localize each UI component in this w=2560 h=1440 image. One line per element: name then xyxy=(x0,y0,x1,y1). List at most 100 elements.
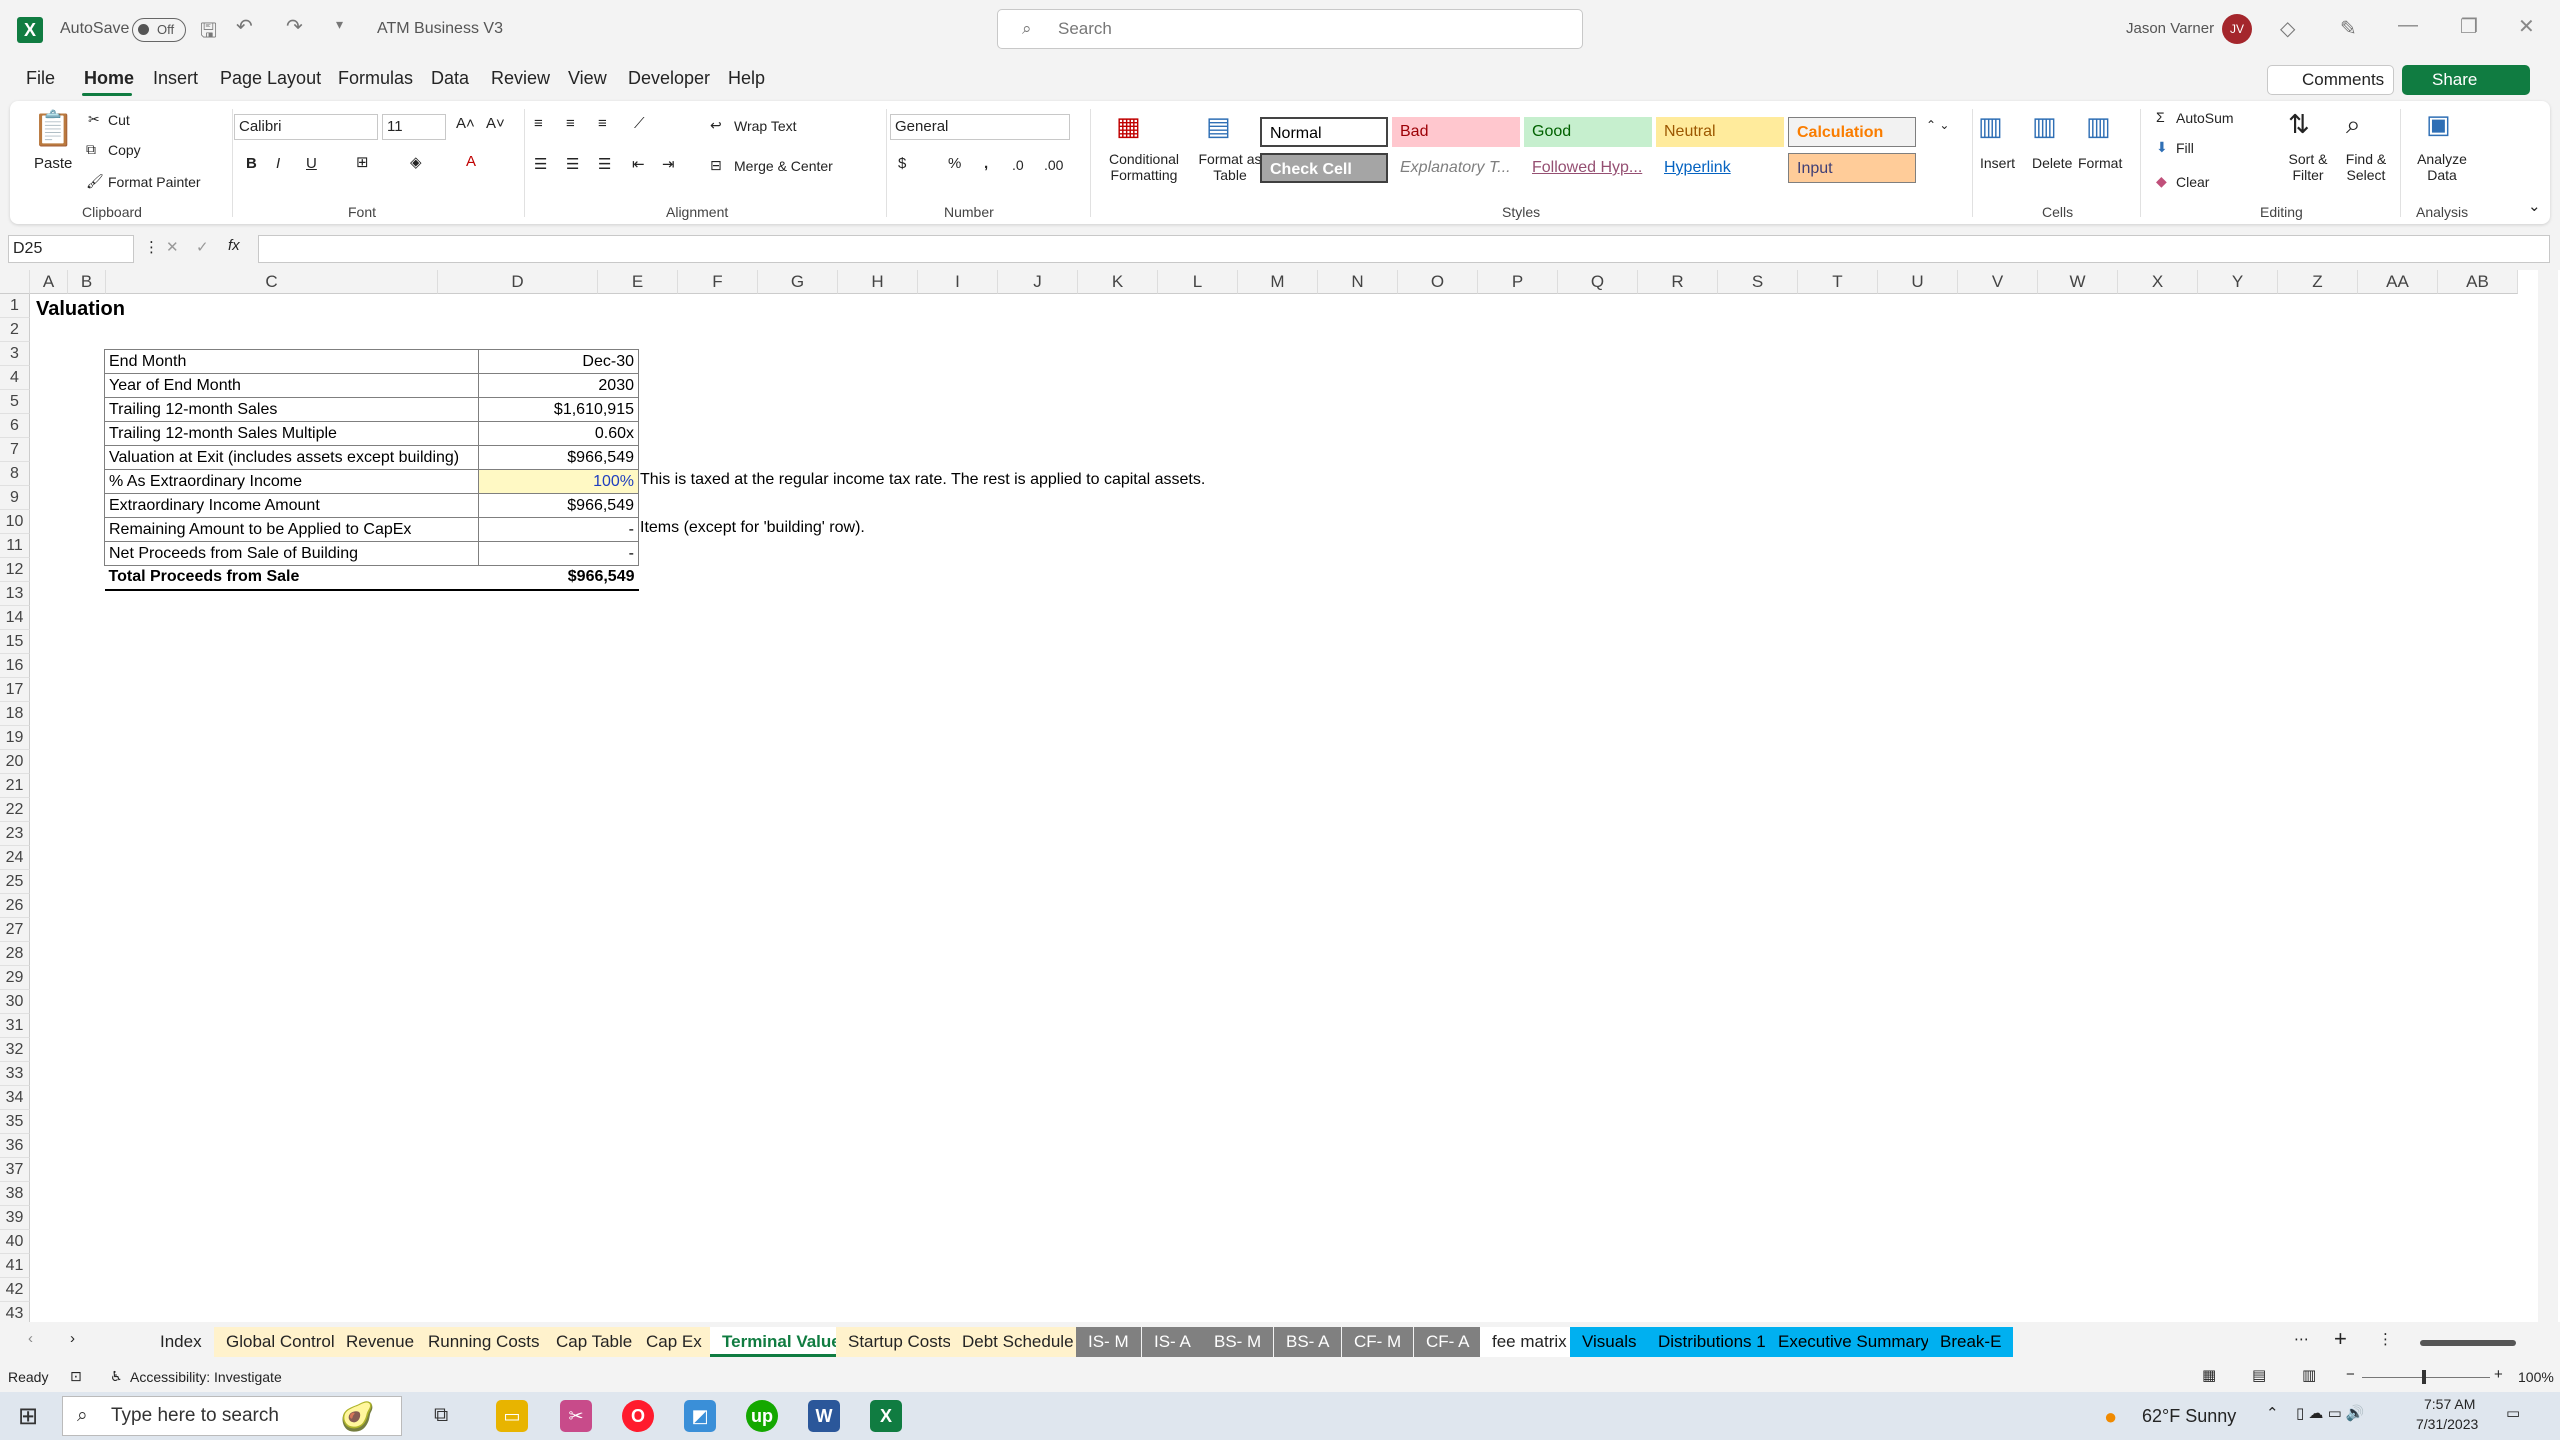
row-header[interactable]: 14 xyxy=(0,606,30,630)
column-header-w[interactable]: W xyxy=(2038,270,2118,294)
column-header-p[interactable]: P xyxy=(1478,270,1558,294)
word-icon[interactable]: W xyxy=(808,1400,840,1432)
copy-icon[interactable]: ⧉ xyxy=(86,141,96,158)
sheet-tab-running-costs[interactable]: Running Costs xyxy=(416,1327,552,1357)
row-label[interactable]: % As Extraordinary Income xyxy=(104,469,479,494)
sheet-tab-break-e[interactable]: Break-E xyxy=(1928,1327,2014,1357)
column-header-x[interactable]: X xyxy=(2118,270,2198,294)
avatar[interactable]: JV xyxy=(2222,14,2252,44)
copy-button[interactable]: Copy xyxy=(108,142,141,158)
row-header[interactable]: 1 xyxy=(0,294,30,318)
comments-button[interactable]: Comments xyxy=(2267,65,2394,95)
column-header-g[interactable]: G xyxy=(758,270,838,294)
font-name-select[interactable]: Calibri xyxy=(234,114,378,140)
file-explorer-icon[interactable]: ▭ xyxy=(496,1400,528,1432)
row-header[interactable]: 11 xyxy=(0,534,30,558)
find-select-icon[interactable]: ⌕ xyxy=(2346,109,2361,141)
prev-sheet-icon[interactable]: ‹ xyxy=(28,1330,33,1347)
accessibility-icon[interactable]: ♿ xyxy=(110,1368,123,1385)
sheet-tab-cf-a[interactable]: CF- A xyxy=(1414,1327,1482,1357)
row-header[interactable]: 39 xyxy=(0,1206,30,1230)
cell-style-input[interactable]: Input xyxy=(1788,153,1916,183)
cell-style-hyperlink[interactable]: Hyperlink xyxy=(1656,153,1784,183)
row-label[interactable]: Net Proceeds from Sale of Building xyxy=(104,541,479,566)
autosum-icon[interactable]: Σ xyxy=(2156,109,2165,125)
row-header[interactable]: 18 xyxy=(0,702,30,726)
row-header[interactable]: 5 xyxy=(0,390,30,414)
format-cells-button[interactable]: Format xyxy=(2078,155,2122,171)
sheet-tab-is-a[interactable]: IS- A xyxy=(1142,1327,1203,1357)
sheet-tab-cf-m[interactable]: CF- M xyxy=(1342,1327,1414,1357)
row-header[interactable]: 25 xyxy=(0,870,30,894)
bold-icon[interactable]: B xyxy=(246,155,257,172)
page-break-view-icon[interactable]: ▥ xyxy=(2302,1366,2316,1384)
increase-indent-icon[interactable]: ⇥ xyxy=(662,155,675,173)
horizontal-scrollbar[interactable] xyxy=(2420,1340,2516,1346)
macro-record-icon[interactable]: ⊡ xyxy=(70,1368,82,1385)
row-header[interactable]: 2 xyxy=(0,318,30,342)
insert-cells-button[interactable]: Insert xyxy=(1980,155,2015,171)
delete-cells-icon[interactable]: ▥ xyxy=(2032,111,2057,142)
row-header[interactable]: 32 xyxy=(0,1038,30,1062)
column-header-j[interactable]: J xyxy=(998,270,1078,294)
row-header[interactable]: 28 xyxy=(0,942,30,966)
clock-date[interactable]: 7/31/2023 xyxy=(2416,1416,2478,1432)
tray-chevron-icon[interactable]: ⌃ xyxy=(2266,1404,2279,1422)
enter-icon[interactable]: ✓ xyxy=(196,238,209,256)
column-header-o[interactable]: O xyxy=(1398,270,1478,294)
currency-icon[interactable]: $ xyxy=(898,155,906,172)
align-middle-icon[interactable]: ≡ xyxy=(566,115,575,132)
row-header[interactable]: 7 xyxy=(0,438,30,462)
zoom-level[interactable]: 100% xyxy=(2518,1369,2554,1385)
worksheet-grid[interactable]: A B C D E F G H I J K L M N O P Q R S T U V W X Y Z AA AB 123456789… xyxy=(0,270,2560,1326)
insert-cells-icon[interactable]: ▥ xyxy=(1978,111,2003,142)
row-value[interactable]: $966,549 xyxy=(478,445,639,470)
column-header-b[interactable]: B xyxy=(68,270,106,294)
zoom-in-icon[interactable]: + xyxy=(2494,1366,2503,1383)
cell-style-check-cell[interactable]: Check Cell xyxy=(1260,153,1388,183)
undo-icon[interactable]: ↶ xyxy=(236,14,253,39)
row-label[interactable]: Trailing 12-month Sales Multiple xyxy=(104,421,479,446)
orientation-icon[interactable]: ⟋ xyxy=(634,115,645,132)
menu-home[interactable]: Home xyxy=(84,68,134,89)
conditional-formatting-button[interactable]: Conditional Formatting xyxy=(1094,151,1194,183)
conditional-formatting-icon[interactable]: ▦ xyxy=(1116,111,1141,142)
number-format-select[interactable]: General xyxy=(890,114,1070,140)
sheet-tab-distributions-1[interactable]: Distributions 1 xyxy=(1646,1327,1778,1357)
column-header-t[interactable]: T xyxy=(1798,270,1878,294)
row-header[interactable]: 41 xyxy=(0,1254,30,1278)
next-sheet-icon[interactable]: › xyxy=(70,1330,75,1347)
sheet-tab-executive-summary[interactable]: Executive Summary xyxy=(1766,1327,1942,1357)
weather-text[interactable]: 62°F Sunny xyxy=(2142,1406,2236,1427)
sort-filter-button[interactable]: Sort & Filter xyxy=(2278,151,2338,183)
document-title[interactable]: ATM Business V3 xyxy=(377,20,503,38)
normal-view-icon[interactable]: ▦ xyxy=(2202,1366,2216,1384)
merge-icon[interactable]: ⊟ xyxy=(710,157,722,174)
sheet-tab-is-m[interactable]: IS- M xyxy=(1076,1327,1141,1357)
row-label[interactable]: Remaining Amount to be Applied to CapEx xyxy=(104,517,479,542)
row-header[interactable]: 35 xyxy=(0,1110,30,1134)
sheet-tab-index[interactable]: Index xyxy=(148,1327,214,1357)
comma-icon[interactable]: , xyxy=(984,155,988,172)
row-header[interactable]: 40 xyxy=(0,1230,30,1254)
sort-filter-icon[interactable]: ⇅ xyxy=(2288,109,2310,140)
excel-taskbar-icon[interactable]: X xyxy=(870,1400,902,1432)
sheet-title[interactable]: Valuation xyxy=(36,298,125,321)
row-header[interactable]: 20 xyxy=(0,750,30,774)
merge-center-button[interactable]: Merge & Center xyxy=(734,158,833,174)
wrap-text-button[interactable]: Wrap Text xyxy=(734,118,797,134)
format-painter-button[interactable]: Format Painter xyxy=(108,174,201,190)
column-header-a[interactable]: A xyxy=(30,270,68,294)
italic-icon[interactable]: I xyxy=(276,155,280,172)
row-header[interactable]: 21 xyxy=(0,774,30,798)
column-header-q[interactable]: Q xyxy=(1558,270,1638,294)
row-label[interactable]: Year of End Month xyxy=(104,373,479,398)
fill-color-icon[interactable]: ◈ xyxy=(410,153,422,171)
cell-style-neutral[interactable]: Neutral xyxy=(1656,117,1784,147)
note-capex[interactable]: Items (except for 'building' row). xyxy=(640,519,865,537)
format-painter-icon[interactable]: 🖌 xyxy=(86,173,104,190)
cell-style-calculation[interactable]: Calculation xyxy=(1788,117,1916,147)
row-header[interactable]: 19 xyxy=(0,726,30,750)
row-value[interactable]: 2030 xyxy=(478,373,639,398)
row-label[interactable]: End Month xyxy=(104,349,479,374)
